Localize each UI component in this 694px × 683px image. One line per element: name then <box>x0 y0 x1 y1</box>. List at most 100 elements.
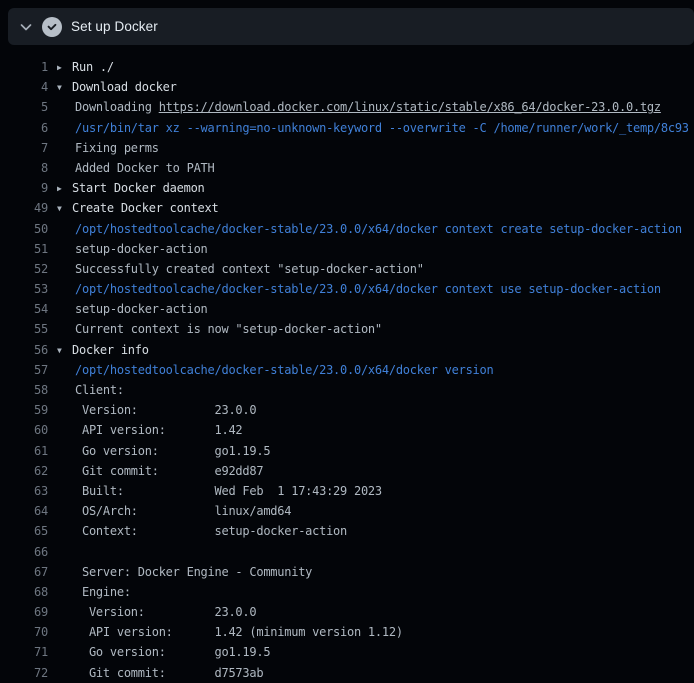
line-number[interactable]: 66 <box>0 542 48 562</box>
log-group-header[interactable]: 4 ▼ Download docker <box>0 77 694 97</box>
log-line: 66 <box>0 542 694 562</box>
triangle-expanded-icon[interactable]: ▼ <box>57 341 67 361</box>
log-text: Built: Wed Feb 1 17:43:29 2023 <box>57 481 382 501</box>
log-text: Version: 23.0.0 <box>57 602 256 622</box>
line-number[interactable]: 49 <box>0 198 48 218</box>
log-line: 7 Fixing perms <box>0 138 694 158</box>
command-text: /opt/hostedtoolcache/docker-stable/23.0.… <box>57 219 682 239</box>
log-text: setup-docker-action <box>57 239 208 259</box>
log-line: 64 OS/Arch: linux/amd64 <box>0 501 694 521</box>
line-number[interactable]: 4 <box>0 77 48 97</box>
line-number[interactable]: 50 <box>0 219 48 239</box>
log-line: 62 Git commit: e92dd87 <box>0 461 694 481</box>
line-number[interactable]: 6 <box>0 118 48 138</box>
log-text: Go version: go1.19.5 <box>57 642 270 662</box>
line-number[interactable]: 53 <box>0 279 48 299</box>
command-text: /opt/hostedtoolcache/docker-stable/23.0.… <box>57 360 493 380</box>
line-number[interactable]: 54 <box>0 299 48 319</box>
log-text-prefix: Downloading <box>75 100 159 114</box>
log-line: 72 Git commit: d7573ab <box>0 663 694 683</box>
triangle-expanded-icon[interactable]: ▼ <box>57 78 67 98</box>
log-text: Added Docker to PATH <box>57 158 215 178</box>
log-line: 5 Downloading https://download.docker.com… <box>0 97 694 117</box>
log-line: 58 Client: <box>0 380 694 400</box>
line-number[interactable]: 8 <box>0 158 48 178</box>
line-number[interactable]: 7 <box>0 138 48 158</box>
command-text: /usr/bin/tar xz --warning=no-unknown-key… <box>57 118 689 138</box>
line-number[interactable]: 72 <box>0 663 48 683</box>
log-text: Git commit: e92dd87 <box>57 461 263 481</box>
log-group-header[interactable]: 1 ▶ Run ./ <box>0 57 694 77</box>
log-line: 69 Version: 23.0.0 <box>0 602 694 622</box>
log-line: 8 Added Docker to PATH <box>0 158 694 178</box>
log-line: 52Successfully created context "setup-do… <box>0 259 694 279</box>
log-text: Downloading https://download.docker.com/… <box>57 97 661 117</box>
download-url-link[interactable]: https://download.docker.com/linux/static… <box>159 100 661 114</box>
group-title: Download docker <box>72 80 177 94</box>
log-text: OS/Arch: linux/amd64 <box>57 501 291 521</box>
log-line: 68 Engine: <box>0 582 694 602</box>
triangle-collapsed-icon[interactable]: ▶ <box>57 179 67 199</box>
log-text: setup-docker-action <box>57 299 208 319</box>
log-line: 57/opt/hostedtoolcache/docker-stable/23.… <box>0 360 694 380</box>
line-number[interactable]: 71 <box>0 642 48 662</box>
triangle-expanded-icon[interactable]: ▼ <box>57 199 67 219</box>
line-number[interactable]: 56 <box>0 340 48 360</box>
line-number[interactable]: 69 <box>0 602 48 622</box>
log-group-header[interactable]: 56▼Docker info <box>0 340 694 360</box>
command-text: /opt/hostedtoolcache/docker-stable/23.0.… <box>57 279 661 299</box>
log-text: Git commit: d7573ab <box>57 663 263 683</box>
log-text: Client: <box>57 380 124 400</box>
log-text: Context: setup-docker-action <box>57 521 347 541</box>
log-text: Server: Docker Engine - Community <box>57 562 312 582</box>
log-group-header[interactable]: 49▼Create Docker context <box>0 198 694 218</box>
log-line: 70 API version: 1.42 (minimum version 1.… <box>0 622 694 642</box>
log-line: 50/opt/hostedtoolcache/docker-stable/23.… <box>0 219 694 239</box>
line-number[interactable]: 58 <box>0 380 48 400</box>
line-number[interactable]: 1 <box>0 57 48 77</box>
check-circle-icon <box>42 17 62 37</box>
triangle-collapsed-icon[interactable]: ▶ <box>57 58 67 78</box>
line-number[interactable]: 68 <box>0 582 48 602</box>
line-number[interactable]: 59 <box>0 400 48 420</box>
log-line: 63 Built: Wed Feb 1 17:43:29 2023 <box>0 481 694 501</box>
log-text: Go version: go1.19.5 <box>57 441 270 461</box>
log-text: API version: 1.42 <box>57 420 242 440</box>
log-line: 71 Go version: go1.19.5 <box>0 642 694 662</box>
workflow-log-page: Set up Docker 1 ▶ Run ./ 4 ▼ Download docker 5… <box>0 0 694 683</box>
line-number[interactable]: 61 <box>0 441 48 461</box>
line-number[interactable]: 67 <box>0 562 48 582</box>
line-number[interactable]: 57 <box>0 360 48 380</box>
line-number[interactable]: 62 <box>0 461 48 481</box>
log-line: 51 setup-docker-action <box>0 239 694 259</box>
log-line: 60 API version: 1.42 <box>0 420 694 440</box>
log-line: 55Current context is now "setup-docker-a… <box>0 319 694 339</box>
group-title: Start Docker daemon <box>72 181 205 195</box>
line-number[interactable]: 64 <box>0 501 48 521</box>
log-line: 54 setup-docker-action <box>0 299 694 319</box>
log-text: API version: 1.42 (minimum version 1.12) <box>57 622 403 642</box>
line-number[interactable]: 70 <box>0 622 48 642</box>
step-header[interactable]: Set up Docker <box>8 8 694 45</box>
log-text: Fixing perms <box>57 138 159 158</box>
log-lines: 1 ▶ Run ./ 4 ▼ Download docker 5 Downloading ht… <box>0 57 694 683</box>
line-number[interactable]: 51 <box>0 239 48 259</box>
line-number[interactable]: 52 <box>0 259 48 279</box>
log-text: Engine: <box>57 582 131 602</box>
line-number[interactable]: 60 <box>0 420 48 440</box>
log-container: 1 ▶ Run ./ 4 ▼ Download docker 5 Downloading ht… <box>0 45 694 683</box>
log-group-header[interactable]: 9 ▶ Start Docker daemon <box>0 178 694 198</box>
line-number[interactable]: 5 <box>0 97 48 117</box>
chevron-down-icon[interactable] <box>18 19 34 35</box>
log-line: 61 Go version: go1.19.5 <box>0 441 694 461</box>
log-text: Version: 23.0.0 <box>57 400 256 420</box>
log-line: 67 Server: Docker Engine - Community <box>0 562 694 582</box>
line-number[interactable]: 63 <box>0 481 48 501</box>
log-line: 65 Context: setup-docker-action <box>0 521 694 541</box>
log-line: 59 Version: 23.0.0 <box>0 400 694 420</box>
line-number[interactable]: 55 <box>0 319 48 339</box>
step-title: Set up Docker <box>71 19 158 34</box>
group-title: Run ./ <box>72 60 114 74</box>
line-number[interactable]: 9 <box>0 178 48 198</box>
line-number[interactable]: 65 <box>0 521 48 541</box>
